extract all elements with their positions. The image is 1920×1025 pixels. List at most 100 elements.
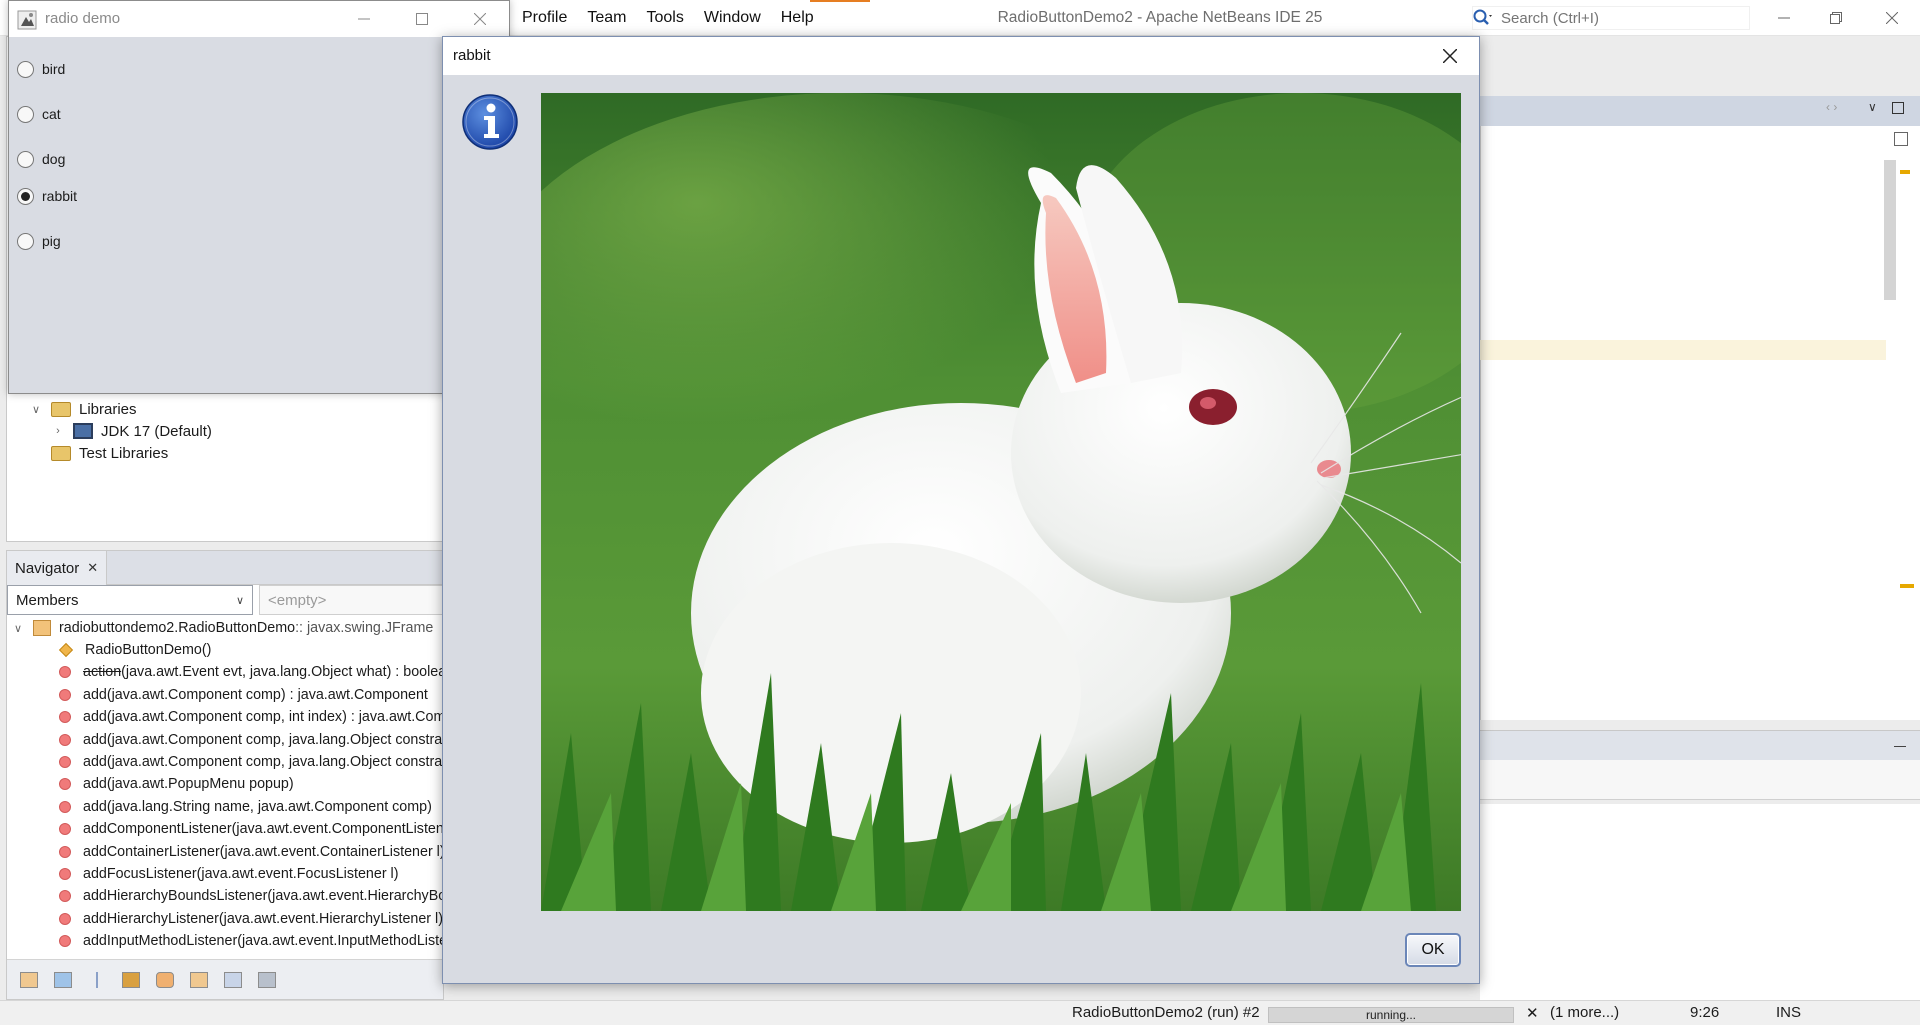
member-name: addHierarchyBoundsListener	[83, 888, 268, 905]
search-icon[interactable]	[1471, 7, 1493, 29]
radio-button-selected[interactable]	[17, 187, 34, 205]
radio-minimize-button[interactable]	[335, 1, 393, 37]
member-signature: (java.awt.Component comp, int index) : j…	[106, 709, 443, 726]
menu-profile[interactable]: Profile	[512, 0, 577, 36]
menu-window[interactable]: Window	[694, 0, 771, 36]
navigator-member-row[interactable]: add (java.awt.Component comp, java.lang.O…	[7, 751, 443, 773]
inherited-filter-icon[interactable]	[185, 966, 213, 994]
folder-icon	[51, 401, 71, 417]
radio-close-button[interactable]	[451, 1, 509, 37]
members-dropdown[interactable]: Members ∨	[7, 585, 253, 615]
caret-position: 9:26	[1690, 1004, 1720, 1021]
navigator-member-row[interactable]: addComponentListener (java.awt.event.Comp…	[7, 818, 443, 840]
navigator-member-row[interactable]: add (java.awt.Component comp) : java.awt.…	[7, 684, 443, 706]
navigator-tabbar: Navigator ✕	[7, 551, 443, 585]
output-console[interactable]	[1480, 804, 1920, 1000]
ide-minimize-button[interactable]	[1756, 0, 1812, 36]
navigator-member-row[interactable]: addInputMethodListener (java.awt.event.In…	[7, 930, 443, 952]
navigator-member-row[interactable]: addContainerListener (java.awt.event.Cont…	[7, 841, 443, 863]
navigator-root-class[interactable]: ∨ radiobuttondemo2.RadioButtonDemo :: ja…	[7, 617, 443, 639]
tree-item-libraries[interactable]: ∨ Libraries	[29, 398, 137, 420]
navigator-member-row[interactable]: add (java.awt.Component comp, java.lang.O…	[7, 729, 443, 751]
navigator-member-row[interactable]: addHierarchyListener (java.awt.event.Hier…	[7, 908, 443, 930]
radio-button[interactable]	[17, 232, 34, 250]
chevron-right-icon[interactable]: ›	[51, 425, 65, 437]
tree-item-jdk[interactable]: › JDK 17 (Default)	[51, 420, 212, 442]
editor-scrollbar[interactable]	[1884, 160, 1896, 300]
radio-demo-title: radio demo	[45, 10, 121, 27]
radio-option-cat[interactable]: cat	[17, 102, 61, 126]
radio-option-bird[interactable]: bird	[17, 57, 65, 81]
scroll-tabs-left-icon[interactable]: ‹ ›	[1826, 100, 1837, 114]
filter-dropdown[interactable]: <empty>	[259, 585, 443, 615]
constructor-icon	[58, 642, 74, 658]
close-icon[interactable]: ✕	[87, 560, 98, 576]
radio-maximize-button[interactable]	[393, 1, 451, 37]
maximize-icon[interactable]	[1892, 102, 1904, 114]
radio-button[interactable]	[17, 105, 34, 123]
output-tabbar	[1480, 730, 1920, 760]
ide-search-box[interactable]	[1472, 6, 1750, 30]
search-input[interactable]	[1493, 9, 1733, 27]
ide-close-button[interactable]	[1864, 0, 1920, 36]
member-signature: (java.awt.PopupMenu popup)	[106, 776, 294, 793]
chevron-down-icon[interactable]: ∨	[11, 622, 25, 635]
running-task-label[interactable]: RadioButtonDemo2 (run) #2	[1072, 1004, 1260, 1021]
navigator-member-row[interactable]: RadioButtonDemo()	[7, 639, 443, 661]
members-dropdown-value: Members	[16, 591, 79, 609]
member-signature: (java.awt.event.ContainerListener l)	[219, 843, 443, 860]
warning-marker[interactable]	[1900, 584, 1914, 588]
navigator-member-row[interactable]: add (java.awt.Component comp, int index) …	[7, 706, 443, 728]
navigator-member-row[interactable]: add (java.lang.String name, java.awt.Comp…	[7, 796, 443, 818]
method-icon	[59, 756, 71, 768]
radio-option-rabbit[interactable]: rabbit	[17, 184, 77, 208]
split-editor-icon[interactable]	[1894, 132, 1908, 146]
fields-filter-icon[interactable]	[49, 966, 77, 994]
filter-icon[interactable]	[15, 966, 43, 994]
tree-item-test-libraries[interactable]: Test Libraries	[51, 442, 168, 464]
static-filter-icon[interactable]	[151, 966, 179, 994]
sort-by-source-icon[interactable]	[253, 966, 281, 994]
menu-help[interactable]: Help	[771, 0, 824, 36]
cancel-task-icon[interactable]: ✕	[1526, 1004, 1539, 1022]
sort-by-name-icon[interactable]	[219, 966, 247, 994]
progress-bar: running...	[1268, 1007, 1514, 1023]
member-name: addHierarchyListener	[83, 910, 219, 927]
method-icon	[59, 912, 71, 925]
minimize-icon[interactable]	[1894, 746, 1906, 747]
radio-button[interactable]	[17, 60, 34, 78]
chevron-down-icon[interactable]: ∨	[29, 403, 43, 416]
navigator-member-row[interactable]: addFocusListener (java.awt.event.FocusLis…	[7, 863, 443, 885]
member-name: addContainerListener	[83, 843, 220, 860]
code-editor[interactable]	[1480, 126, 1920, 720]
dialog-close-button[interactable]	[1421, 37, 1479, 75]
ide-restore-button[interactable]	[1808, 0, 1864, 36]
menu-team[interactable]: Team	[577, 0, 636, 36]
separator-icon	[83, 966, 111, 994]
radio-button[interactable]	[17, 150, 34, 168]
status-bar: RadioButtonDemo2 (run) #2 running... ✕ (…	[0, 1000, 1920, 1025]
member-signature: (java.awt.Component comp) : java.awt.Com…	[106, 686, 428, 703]
navigator-member-row[interactable]: action (java.awt.Event evt, java.lang.Obj…	[7, 661, 443, 683]
member-signature: (java.awt.Event evt, java.lang.Object wh…	[121, 664, 443, 681]
member-signature: (java.lang.String name, java.awt.Compone…	[106, 798, 432, 815]
method-icon	[59, 890, 71, 903]
tab-list-icon[interactable]: ∨	[1868, 100, 1877, 114]
info-icon	[461, 93, 519, 151]
editor-tabbar	[1480, 96, 1920, 126]
radio-option-dog[interactable]: dog	[17, 147, 65, 171]
output-toolbar	[1480, 760, 1920, 800]
root-class-name: radiobuttondemo2.RadioButtonDemo	[59, 620, 296, 636]
dialog-title: rabbit	[453, 47, 491, 64]
ok-button[interactable]: OK	[1405, 933, 1461, 967]
lock-icon[interactable]	[117, 966, 145, 994]
more-tasks-link[interactable]: (1 more...)	[1550, 1004, 1619, 1021]
tree-item-label: Libraries	[79, 400, 137, 418]
tab-navigator[interactable]: Navigator ✕	[7, 551, 108, 585]
navigator-member-row[interactable]: addHierarchyBoundsListener (java.awt.even…	[7, 885, 443, 907]
navigator-member-row[interactable]: add (java.awt.PopupMenu popup)	[7, 773, 443, 795]
radio-option-pig[interactable]: pig	[17, 229, 61, 253]
warning-marker[interactable]	[1900, 170, 1910, 174]
method-icon	[59, 711, 71, 724]
menu-tools[interactable]: Tools	[636, 0, 693, 36]
